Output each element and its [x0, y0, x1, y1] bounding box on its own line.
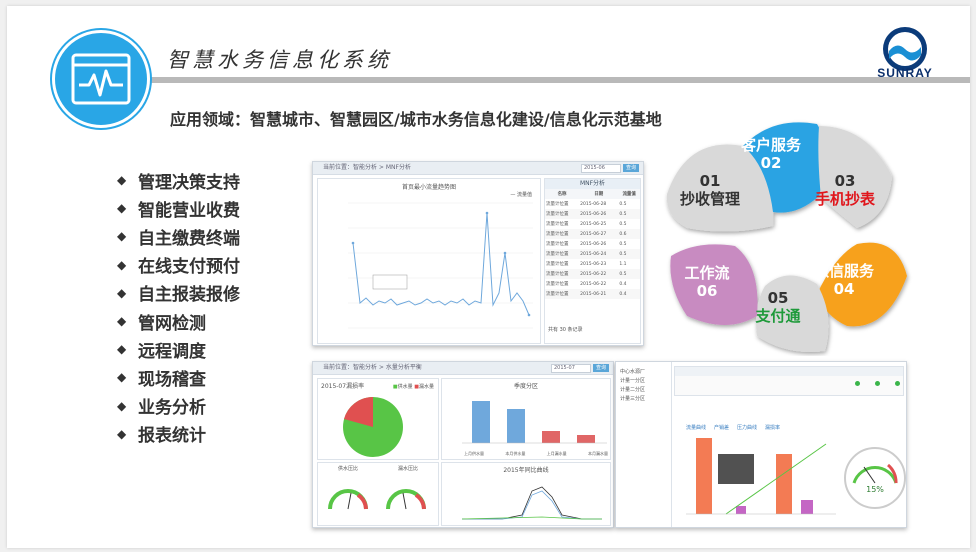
pie-panel: 2015-07漏损率 ■供水量 ■漏水量 [317, 378, 439, 460]
diamond-bullet-icon: ◆ [117, 257, 127, 272]
tree-item[interactable]: 计量二分区 [620, 386, 671, 395]
gauge-value: 15% [866, 485, 884, 494]
table-row[interactable]: 流量计位置 2015-06-22 0.5 [545, 269, 640, 279]
trend-line-chart [348, 202, 533, 329]
diamond-bullet-icon: ◆ [117, 314, 127, 329]
tab-leak[interactable]: 漏损率 [765, 424, 780, 431]
yoy-line-chart [461, 486, 602, 520]
feature-item: ◆ 管理决策支持 [117, 172, 240, 193]
pager-info: 共有 30 条记录 [548, 327, 583, 333]
table-row[interactable]: 流量计位置 2015-06-27 0.6 [545, 229, 640, 239]
monitor-table [674, 366, 904, 396]
trend-chart-panel: 首页最小流量趋势图 — 流量值 [317, 178, 541, 344]
petal-06-label: 工作流 06 [684, 264, 730, 300]
feature-item: ◆ 智能营业收费 [117, 200, 240, 221]
water-balance-screenshot: 当前位置：智能分析 > 水量分析平衡 2015-07 查询 2015-07漏损率… [312, 361, 614, 528]
leak-gauge: 15% [844, 447, 906, 509]
breadcrumb: 当前位置：智能分析 > MNF分析 [323, 164, 411, 171]
bar-title: 季度分区 [513, 383, 538, 390]
mnf-table: 名称 日期 流量值 流量计位置 2015-06-28 0.5 流量计位置 2015-0… [545, 189, 640, 299]
table-row[interactable]: 流量计位置 2015-06-26 0.5 [545, 239, 640, 249]
bar-panel: 季度分区 上月供水量 本月供水量 上月漏水量 本月漏水量 [441, 378, 611, 460]
tab-flow[interactable]: 流量曲线 [686, 424, 706, 431]
pressure-gauges [328, 489, 426, 510]
page-title: 智慧水务信息化系统 [167, 48, 392, 72]
bar-categories: 上月供水量 本月供水量 上月漏水量 本月漏水量 [464, 451, 608, 456]
mnf-table-panel: MNF分析 名称 日期 流量值 流量计位置 2015-06-28 0.5 流量计位置… [544, 178, 641, 344]
feature-item: ◆ 业务分析 [117, 398, 206, 419]
nrw-bar-chart [686, 438, 836, 515]
feature-item: ◆ 管网检测 [117, 313, 206, 334]
feature-item: ◆ 远程调度 [117, 341, 206, 362]
diamond-bullet-icon: ◆ [117, 201, 127, 216]
diamond-bullet-icon: ◆ [117, 342, 127, 357]
petal-05-label: 05 支付通 [755, 289, 801, 325]
gauge-panel: 供水压比 漏水压比 [317, 462, 439, 526]
diamond-bullet-icon: ◆ [117, 370, 127, 385]
diamond-bullet-icon: ◆ [117, 285, 127, 300]
diamond-bullet-icon: ◆ [117, 229, 127, 244]
leak-rate-pie [343, 396, 403, 457]
feature-item: ◆ 在线支付预付 [117, 257, 240, 278]
tree-item[interactable]: 计量一分区 [620, 377, 671, 386]
zone-tree: 中心水源厂 计量一分区 计量二分区 计量三分区 [616, 362, 672, 527]
diamond-bullet-icon: ◆ [117, 398, 127, 413]
feature-list: ◆ 管理决策支持 ◆ 智能营业收费 ◆ 自主缴费终端 ◆ 在线支付预付 ◆ 自主报装报修 … [117, 166, 240, 448]
header [7, 6, 970, 86]
feature-item: ◆ 现场稽查 [117, 369, 206, 390]
header-divider [67, 77, 970, 83]
table-row[interactable]: 流量计位置 2015-06-28 0.5 [545, 199, 640, 209]
chart-tabs: 流量曲线 产销差 压力曲线 漏损率 [686, 424, 780, 431]
quarter-bar-chart [462, 401, 607, 444]
date-input[interactable]: 2015-06 [581, 164, 621, 173]
table-row[interactable]: 流量计位置 2015-06-25 0.5 [545, 219, 640, 229]
breadcrumb: 当前位置：智能分析 > 水量分析平衡 [323, 364, 422, 371]
tree-item[interactable]: 中心水源厂 [620, 368, 671, 377]
table-row[interactable]: 流量计位置 2015-06-24 0.5 [545, 249, 640, 259]
tree-item[interactable]: 计量三分区 [620, 395, 671, 404]
petal-02-label: 客户服务 02 [740, 136, 801, 172]
chart-title: 首页最小流量趋势图 [401, 184, 456, 191]
pipe-network-screenshot: 中心水源厂 计量一分区 计量二分区 计量三分区 流量曲线 产销差 压力曲线 漏损… [615, 361, 907, 528]
line-title: 2015年同比曲线 [503, 467, 549, 474]
feature-item: ◆ 自主报装报修 [117, 285, 240, 306]
table-row[interactable]: 流量计位置 2015-06-23 1.1 [545, 259, 640, 269]
table-row[interactable]: 流量计位置 2015-06-26 0.5 [545, 209, 640, 219]
feature-item: ◆ 自主缴费终端 [117, 228, 240, 249]
tab-pressure[interactable]: 压力曲线 [737, 424, 757, 431]
query-button[interactable]: 查询 [623, 164, 639, 172]
table-row[interactable]: 流量计位置 2015-06-21 0.4 [545, 289, 640, 299]
slide: 智慧水务信息化系统 SUNRAY 应用领域：智慧城市、智慧园区/城市水务信息化建… [7, 6, 970, 548]
petal-03-label: 03 手机抄表 [814, 172, 875, 208]
gauge-titles: 供水压比 漏水压比 [337, 466, 418, 472]
date-input[interactable]: 2015-07 [551, 364, 591, 373]
tab-nrw[interactable]: 产销差 [714, 424, 729, 431]
yoy-line-panel: 2015年同比曲线 [441, 462, 611, 526]
application-subtitle: 应用领域：智慧城市、智慧园区/城市水务信息化建设/信息化示范基地 [170, 110, 662, 129]
petal-01-label: 01 抄收管理 [679, 172, 740, 208]
screenshot-toolbar: 当前位置：智能分析 > 水量分析平衡 2015-07 查询 [313, 362, 613, 375]
mnf-analysis-screenshot: 当前位置：智能分析 > MNF分析 2015-06 查询 首页最小流量趋势图 —… [312, 161, 644, 346]
query-button[interactable]: 查询 [593, 364, 609, 372]
monitor-logo-icon [52, 30, 150, 128]
table-header-row: 名称 日期 流量值 [545, 189, 640, 199]
diamond-bullet-icon: ◆ [117, 173, 127, 188]
table-title: MNF分析 [545, 179, 640, 189]
screenshot-toolbar: 当前位置：智能分析 > MNF分析 2015-06 查询 [313, 162, 643, 175]
feature-item: ◆ 报表统计 [117, 426, 206, 447]
diamond-bullet-icon: ◆ [117, 426, 127, 441]
table-row[interactable]: 流量计位置 2015-06-22 0.4 [545, 279, 640, 289]
logo-text: SUNRAY [877, 66, 933, 80]
